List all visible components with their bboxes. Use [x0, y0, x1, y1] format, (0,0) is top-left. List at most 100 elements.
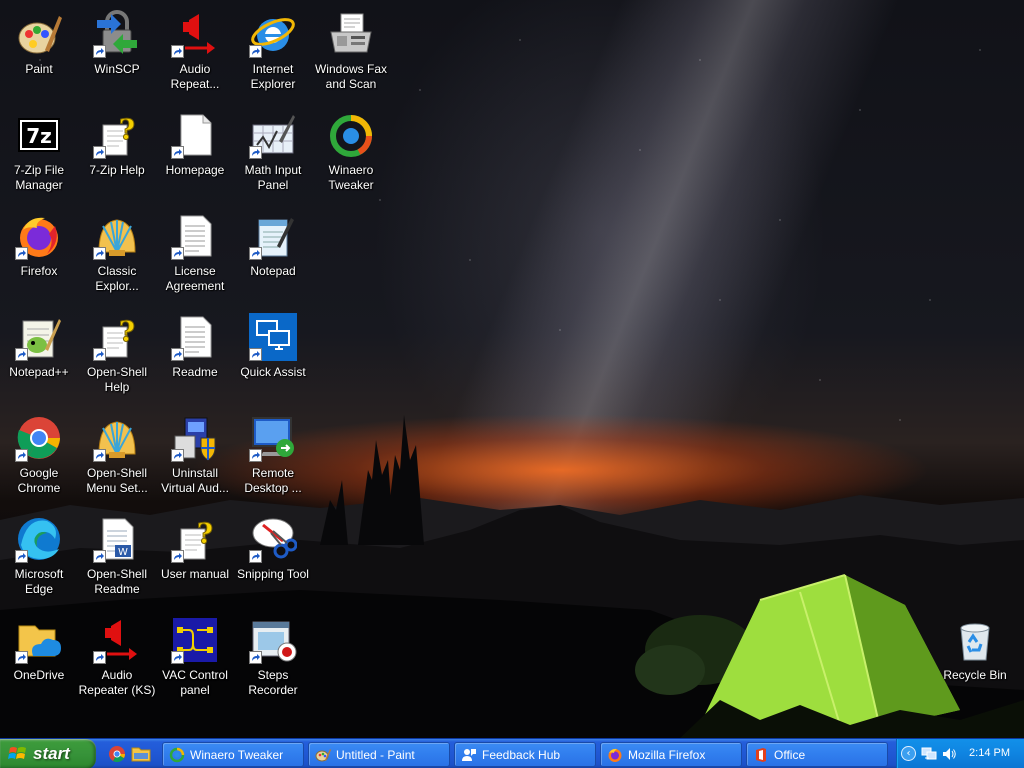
uninstall-virtual-audio-desktop-icon[interactable]: Uninstall Virtual Aud...: [156, 408, 234, 504]
shortcut-arrow-icon: [93, 550, 106, 563]
firefox-icon: [608, 748, 622, 762]
notepad-desktop-icon[interactable]: Notepad: [234, 206, 312, 302]
shortcut-arrow-icon: [93, 247, 106, 260]
text-document-icon: [171, 212, 219, 260]
winscp-desktop-icon[interactable]: WinSCP: [78, 4, 156, 100]
task-mozilla-firefox[interactable]: Mozilla Firefox: [600, 742, 742, 767]
steps-recorder-desktop-icon[interactable]: Steps Recorder: [234, 610, 312, 706]
shortcut-arrow-icon: [171, 550, 184, 563]
windows-fax-scan-desktop-icon[interactable]: Windows Fax and Scan: [312, 4, 390, 100]
remote-desktop-desktop-icon[interactable]: Remote Desktop ...: [234, 408, 312, 504]
notepadpp-desktop-icon[interactable]: Notepad++: [0, 307, 78, 403]
vac-control-panel-desktop-icon[interactable]: VAC Control panel: [156, 610, 234, 706]
chevron-left-icon[interactable]: ‹: [901, 746, 916, 761]
quick-assist-desktop-icon[interactable]: Quick Assist: [234, 307, 312, 403]
system-tray: ‹ 2:14 PM: [896, 739, 1024, 768]
start-button[interactable]: start: [0, 739, 96, 768]
task-office[interactable]: Office: [746, 742, 888, 767]
svg-text:?: ?: [119, 315, 135, 348]
openshell-help-desktop-icon[interactable]: ? Open-Shell Help: [78, 307, 156, 403]
icon-label: Open-Shell Readme: [86, 567, 148, 596]
blank-document-icon: [171, 111, 219, 159]
help-document-icon: ?: [93, 313, 141, 361]
quick-assist-icon: [249, 313, 297, 361]
network-icon[interactable]: [921, 746, 937, 762]
explorer-folder-icon: [131, 747, 151, 762]
google-chrome-desktop-icon[interactable]: Google Chrome: [0, 408, 78, 504]
winaero-tweaker-desktop-icon[interactable]: Winaero Tweaker: [312, 105, 390, 201]
snipping-tool-icon: [249, 515, 297, 563]
task-feedback-hub[interactable]: Feedback Hub: [454, 742, 596, 767]
taskbar[interactable]: start Winaero Tweaker Untitled - Paint F…: [0, 738, 1024, 768]
shortcut-arrow-icon: [93, 651, 106, 664]
audio-repeater-ks-desktop-icon[interactable]: Audio Repeater (KS): [78, 610, 156, 706]
winaero-icon: [169, 747, 185, 762]
windows-logo-icon: [8, 744, 28, 764]
office-icon: [756, 747, 766, 762]
paint-desktop-icon[interactable]: Paint: [0, 4, 78, 100]
openshell-readme-desktop-icon[interactable]: W Open-Shell Readme: [78, 509, 156, 605]
icon-label: Audio Repeat...: [170, 62, 220, 91]
icon-label: User manual: [160, 567, 230, 581]
icon-label: Firefox: [20, 264, 58, 278]
remote-desktop-icon: [249, 414, 297, 462]
icon-label: License Agreement: [165, 264, 225, 293]
icon-label: Paint: [25, 62, 53, 76]
volume-icon[interactable]: [941, 746, 957, 762]
shortcut-arrow-icon: [93, 348, 106, 361]
microsoft-edge-desktop-icon[interactable]: Microsoft Edge: [0, 509, 78, 605]
icon-label: Notepad++: [9, 365, 69, 379]
homepage-desktop-icon[interactable]: Homepage: [156, 105, 234, 201]
7zip-file-manager-desktop-icon[interactable]: 7z 7-Zip File Manager: [0, 105, 78, 201]
icon-label: 7-Zip File Manager: [13, 163, 64, 192]
paint-icon: [315, 748, 331, 761]
snipping-tool-desktop-icon[interactable]: Snipping Tool: [234, 509, 312, 605]
readme-desktop-icon[interactable]: Readme: [156, 307, 234, 403]
icon-label: Winaero Tweaker: [328, 163, 374, 192]
icon-label: Remote Desktop ...: [244, 466, 302, 495]
audio-repeater-desktop-icon[interactable]: Audio Repeat...: [156, 4, 234, 100]
icon-label: 7-Zip Help: [89, 163, 145, 177]
help-document-icon: ?: [93, 111, 141, 159]
recycle-bin-icon: [951, 616, 999, 664]
internet-explorer-icon: [249, 10, 297, 58]
task-label: Office: [774, 747, 806, 762]
quicklaunch-chrome[interactable]: [107, 744, 127, 764]
task-winaero-tweaker[interactable]: Winaero Tweaker: [162, 742, 304, 767]
icon-label: Classic Explor...: [95, 264, 139, 293]
edge-icon: [15, 515, 63, 563]
internet-explorer-desktop-icon[interactable]: Internet Explorer: [234, 4, 312, 100]
user-manual-desktop-icon[interactable]: ? User manual: [156, 509, 234, 605]
text-document-icon: [171, 313, 219, 361]
openshell-menu-settings-desktop-icon[interactable]: Open-Shell Menu Set...: [78, 408, 156, 504]
shortcut-arrow-icon: [93, 45, 106, 58]
shortcut-arrow-icon: [249, 146, 262, 159]
onedrive-folder-icon: [15, 616, 63, 664]
clock[interactable]: 2:14 PM: [969, 747, 1010, 759]
icon-label: Audio Repeater (KS): [78, 668, 156, 697]
svg-text:7z: 7z: [26, 124, 52, 148]
icon-label: Notepad: [250, 264, 296, 278]
classic-explorer-desktop-icon[interactable]: Classic Explor...: [78, 206, 156, 302]
shortcut-arrow-icon: [249, 348, 262, 361]
task-untitled-paint[interactable]: Untitled - Paint: [308, 742, 450, 767]
shortcut-arrow-icon: [93, 449, 106, 462]
icon-label: Open-Shell Help: [86, 365, 148, 394]
7zip-help-desktop-icon[interactable]: ? 7-Zip Help: [78, 105, 156, 201]
uninstall-icon: [171, 414, 219, 462]
shortcut-arrow-icon: [15, 348, 28, 361]
shell-icon: [93, 212, 141, 260]
desktop[interactable]: Paint WinSCP Audio Repeat... Internet Ex…: [0, 0, 1024, 738]
recycle-bin-desktop-icon[interactable]: Recycle Bin: [936, 610, 1014, 706]
paint-icon: [15, 10, 63, 58]
license-agreement-desktop-icon[interactable]: License Agreement: [156, 206, 234, 302]
math-input-panel-desktop-icon[interactable]: Math Input Panel: [234, 105, 312, 201]
onedrive-desktop-icon[interactable]: OneDrive: [0, 610, 78, 706]
firefox-desktop-icon[interactable]: Firefox: [0, 206, 78, 302]
shortcut-arrow-icon: [249, 449, 262, 462]
steps-recorder-icon: [249, 616, 297, 664]
task-label: Mozilla Firefox: [628, 747, 706, 762]
shortcut-arrow-icon: [171, 146, 184, 159]
quicklaunch-explorer[interactable]: [131, 744, 151, 764]
icon-label: Open-Shell Menu Set...: [86, 466, 148, 495]
